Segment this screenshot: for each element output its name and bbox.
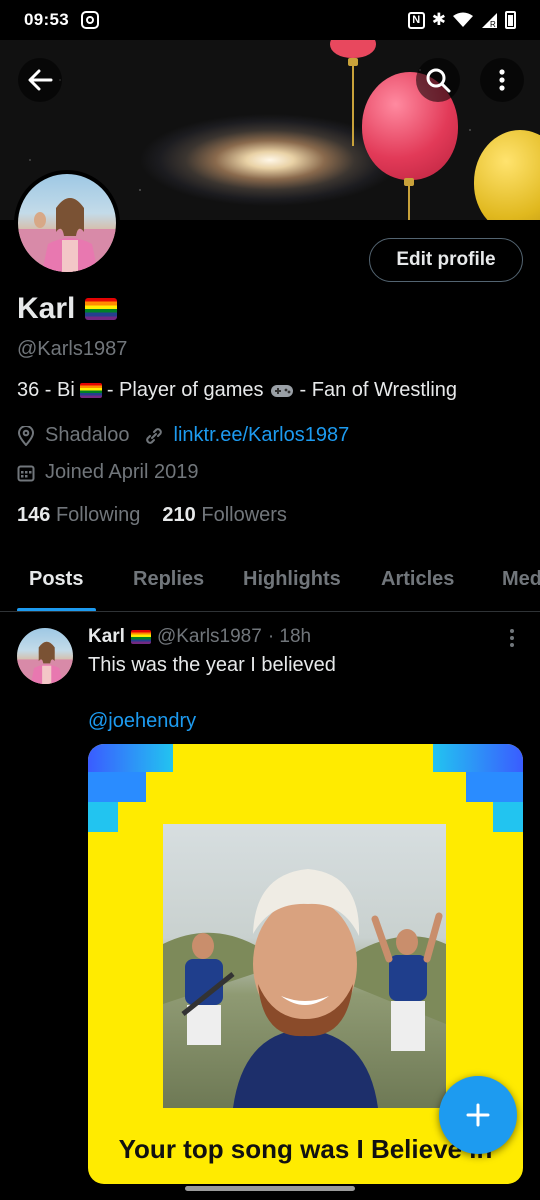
dot: [510, 643, 514, 647]
location-pin-icon: [17, 425, 35, 446]
dot: [510, 636, 514, 640]
calendar-icon: [17, 465, 35, 481]
post-author-avatar[interactable]: [17, 628, 73, 684]
pride-flag-icon: [79, 383, 102, 398]
post-timestamp[interactable]: · 18h: [268, 626, 311, 648]
following-label: Following: [55, 504, 141, 526]
post-author-name[interactable]: Karl: [88, 626, 125, 648]
search-button[interactable]: [416, 58, 460, 102]
balloon-string: [352, 66, 354, 146]
tab-posts[interactable]: Posts: [29, 568, 83, 591]
album-art-image: [163, 869, 446, 1108]
profile-name: Karl: [17, 292, 76, 325]
avatar-photo: [18, 198, 116, 272]
balloon-knot: [348, 58, 358, 66]
instagram-notification-icon: [80, 11, 99, 29]
pride-flag-icon: [85, 298, 118, 320]
pixel-decoration: [433, 744, 523, 772]
nfc-icon: N: [407, 11, 425, 29]
tab-media[interactable]: Media: [502, 568, 540, 591]
search-icon: [426, 68, 451, 93]
active-tab-indicator: [17, 608, 96, 611]
post-header: Karl @Karls1987 · 18h: [88, 626, 311, 648]
home-indicator[interactable]: [185, 1186, 355, 1191]
plus-icon: [466, 1103, 490, 1127]
followers-label: Followers: [201, 504, 287, 526]
back-button[interactable]: [18, 58, 62, 102]
post-author-handle: @Karls1987: [156, 626, 262, 647]
post-text: This was the year I believed: [88, 654, 336, 676]
post-more-button[interactable]: [498, 624, 526, 652]
profile-bio: 36 - Bi - Player of games - Fan of Wrest…: [17, 379, 457, 402]
profile-name-row: Karl: [17, 292, 118, 326]
bluetooth-icon: ✱: [431, 10, 446, 29]
pride-flag-icon: [130, 630, 151, 644]
joined-row: Joined April 2019: [17, 461, 198, 484]
post-mention-link[interactable]: @joehendry: [88, 710, 196, 733]
follow-stats: 146 Following 210 Followers: [17, 504, 287, 527]
profile-avatar[interactable]: [14, 170, 120, 276]
profile-website-link[interactable]: linktr.ee/Karlos1987: [174, 424, 350, 447]
status-bar: 09:53 N ✱ R: [0, 0, 540, 40]
location-link-row: Shadaloo linktr.ee/Karlos1987: [17, 424, 349, 447]
followers-count: 210: [162, 504, 196, 526]
profile-joined-date: Joined April 2019: [45, 461, 199, 483]
more-options-button[interactable]: [480, 58, 524, 102]
arrow-left-icon: [28, 69, 53, 91]
edit-profile-button[interactable]: Edit profile: [369, 238, 523, 282]
more-vertical-icon: [499, 69, 505, 91]
pixel-decoration: [466, 772, 523, 802]
cell-signal-icon: R: [482, 13, 497, 29]
tab-replies[interactable]: Replies: [133, 568, 204, 591]
tab-highlights[interactable]: Highlights: [243, 568, 341, 591]
compose-post-button[interactable]: [439, 1076, 517, 1154]
pixel-decoration: [88, 744, 173, 772]
media-photo: [163, 824, 446, 1108]
avatar-photo: [17, 641, 73, 684]
bio-middle: - Player of games: [106, 379, 264, 401]
bio-suffix: - Fan of Wrestling: [299, 379, 458, 401]
network-type-label: R: [490, 20, 496, 29]
gamepad-icon: [270, 384, 293, 397]
balloon-knot: [404, 178, 414, 186]
battery-icon: [505, 11, 516, 29]
profile-tabs: Posts Replies Highlights Articles Media: [0, 548, 540, 612]
pixel-decoration: [493, 802, 523, 832]
following-link[interactable]: 146 Following: [17, 504, 140, 527]
balloon-string: [408, 186, 410, 220]
pixel-decoration: [88, 802, 118, 832]
tab-articles[interactable]: Articles: [381, 568, 454, 591]
pixel-decoration: [88, 772, 146, 802]
status-time: 09:53: [24, 10, 69, 29]
link-icon: [145, 427, 162, 444]
wifi-icon: [453, 12, 473, 27]
followers-link[interactable]: 210 Followers: [162, 504, 287, 527]
bio-prefix: 36 - Bi: [17, 379, 75, 401]
dot: [510, 629, 514, 633]
following-count: 146: [17, 504, 51, 526]
profile-handle: @Karls1987: [17, 338, 128, 360]
profile-location: Shadaloo: [45, 424, 130, 446]
